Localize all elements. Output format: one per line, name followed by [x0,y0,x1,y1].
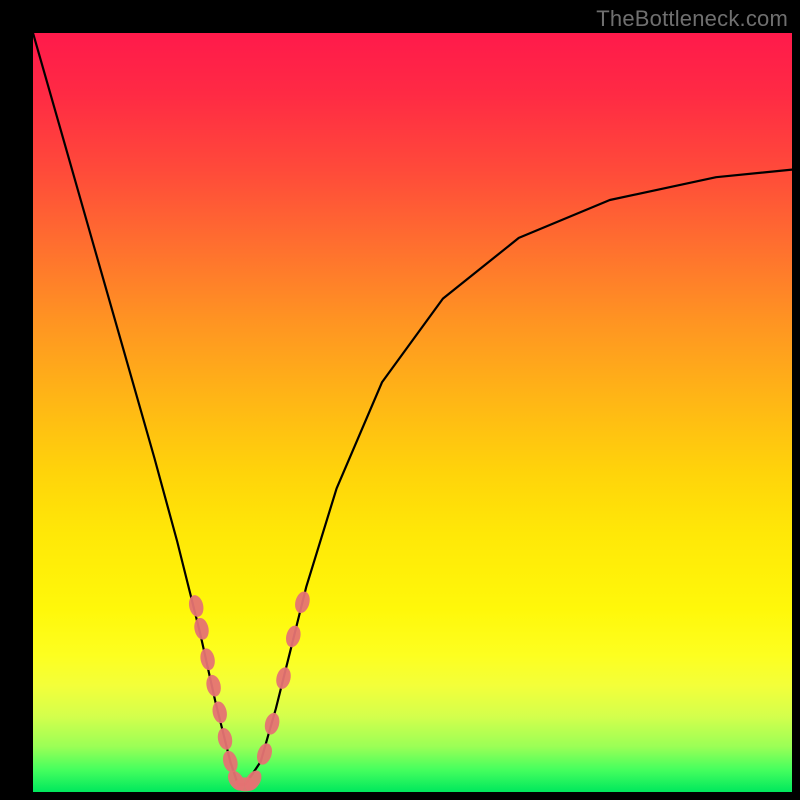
chart-container: TheBottleneck.com [0,0,800,800]
data-marker [263,711,282,736]
data-marker [211,700,229,724]
plot-area [33,33,792,792]
data-marker [187,594,206,619]
data-marker [216,727,234,751]
data-marker [221,749,240,774]
data-marker [204,673,223,698]
chart-overlay [33,33,792,792]
data-marker [284,624,303,649]
data-marker [192,617,210,641]
curve-group [33,33,792,784]
marker-group [187,590,312,792]
watermark-label: TheBottleneck.com [596,6,788,32]
bottleneck-curve-path [33,33,792,784]
data-marker [254,741,274,766]
data-marker [198,647,216,671]
data-marker [293,590,312,615]
data-marker [274,666,293,691]
